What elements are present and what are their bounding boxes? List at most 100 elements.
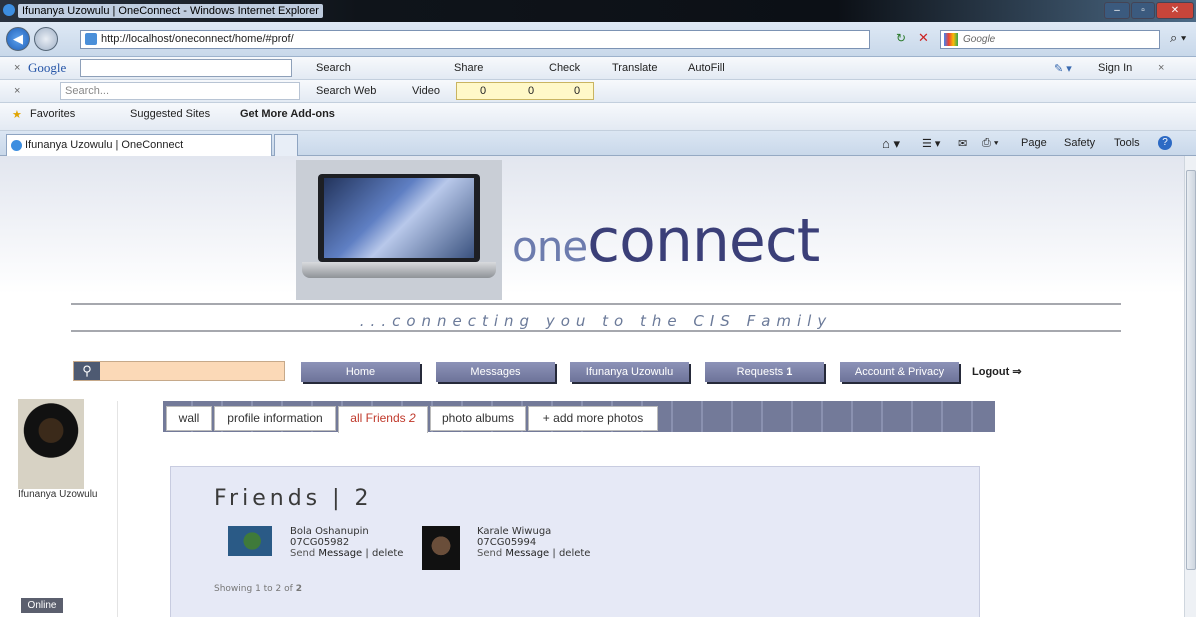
help-icon[interactable]: ? bbox=[1158, 136, 1172, 150]
vertical-scrollbar[interactable] bbox=[1184, 156, 1196, 617]
window-title: Ifunanya Uzowulu | OneConnect - Windows … bbox=[18, 4, 323, 18]
friend-name[interactable]: Karale Wiwuga bbox=[477, 526, 590, 537]
google-translate-button[interactable]: Translate bbox=[612, 62, 657, 74]
tab-all-friends[interactable]: all Friends 2 bbox=[338, 406, 428, 433]
google-toolbar: × Google Search Share Check Translate Au… bbox=[0, 57, 1196, 80]
online-status[interactable]: Online bbox=[21, 598, 63, 613]
header-divider-bottom bbox=[71, 330, 1121, 332]
google-search-input[interactable] bbox=[80, 59, 292, 77]
search-icon[interactable]: ⚲ bbox=[74, 362, 100, 380]
google-search-button[interactable]: Search bbox=[316, 62, 351, 74]
send-message-link[interactable]: Message bbox=[505, 548, 549, 559]
friend-actions: Send Message | delete bbox=[290, 548, 403, 559]
nav-messages[interactable]: Messages bbox=[436, 362, 555, 382]
title-bar: Ifunanya Uzowulu | OneConnect - Windows … bbox=[0, 0, 1196, 22]
brand-logo: oneconnect bbox=[512, 206, 820, 276]
search-toolbar-close-icon[interactable]: × bbox=[14, 85, 20, 97]
minimize-button[interactable]: – bbox=[1104, 2, 1130, 19]
page-viewport: oneconnect ...connecting you to the CIS … bbox=[0, 156, 1184, 617]
counter-3: 0 bbox=[574, 85, 581, 97]
favorites-button[interactable]: Favorites bbox=[30, 108, 75, 120]
toolbar-close-icon[interactable]: × bbox=[14, 62, 20, 74]
tab-photo-albums[interactable]: photo albums bbox=[430, 406, 526, 431]
friend-name[interactable]: Bola Oshanupin bbox=[290, 526, 403, 537]
search-toolbar-input[interactable]: Search... bbox=[60, 82, 300, 100]
suggested-sites-link[interactable]: Suggested Sites bbox=[130, 108, 210, 120]
sign-in-button[interactable]: Sign In bbox=[1098, 62, 1132, 74]
send-message-link[interactable]: Message bbox=[318, 548, 362, 559]
requests-count: 1 bbox=[786, 366, 793, 378]
google-check-button[interactable]: Check bbox=[549, 62, 580, 74]
tools-menu[interactable]: Tools bbox=[1114, 137, 1140, 149]
refresh-icon[interactable]: ↻ bbox=[896, 31, 906, 45]
avatar[interactable] bbox=[18, 399, 84, 489]
friends-heading: Friends | 2 bbox=[214, 486, 373, 511]
friend-id: 07CG05994 bbox=[477, 537, 537, 548]
header-divider-top bbox=[71, 303, 1121, 305]
delete-friend-link[interactable]: delete bbox=[372, 548, 404, 559]
url-field[interactable]: http://localhost/oneconnect/home/#prof/ bbox=[80, 30, 870, 49]
new-tab-button[interactable] bbox=[274, 134, 298, 156]
address-bar: ◀ http://localhost/oneconnect/home/#prof… bbox=[0, 22, 1196, 57]
pagination-summary: Showing 1 to 2 of 2 bbox=[214, 584, 302, 594]
laptop-image bbox=[296, 160, 502, 300]
back-button[interactable]: ◀ bbox=[6, 27, 30, 51]
tab-ie-icon bbox=[11, 140, 22, 151]
google-share-button[interactable]: Share bbox=[454, 62, 483, 74]
tab-wall[interactable]: wall bbox=[166, 406, 212, 431]
nav-account-privacy[interactable]: Account & Privacy bbox=[840, 362, 959, 382]
delete-friend-link[interactable]: delete bbox=[559, 548, 591, 559]
friend-id: 07CG05982 bbox=[290, 537, 350, 548]
counter-1: 0 bbox=[480, 85, 487, 97]
safety-menu[interactable]: Safety bbox=[1064, 137, 1095, 149]
google-autofill-button[interactable]: AutoFill bbox=[688, 62, 725, 74]
feeds-icon[interactable]: ☰ ▾ bbox=[922, 137, 940, 150]
print-icon[interactable]: ⎙ ▾ bbox=[982, 137, 998, 150]
nav-requests-label: Requests bbox=[736, 366, 784, 378]
search-engine-field[interactable]: Google bbox=[940, 30, 1160, 49]
friend-photo[interactable] bbox=[228, 526, 272, 556]
avatar-name: Ifunanya Uzowulu bbox=[18, 489, 98, 500]
home-icon[interactable]: ⌂ ▾ bbox=[882, 136, 900, 152]
friend-photo[interactable] bbox=[422, 526, 460, 570]
page-icon bbox=[85, 33, 97, 45]
nav-profile[interactable]: Ifunanya Uzowulu bbox=[570, 362, 689, 382]
scrollbar-thumb[interactable] bbox=[1186, 170, 1196, 570]
list-item: Karale Wiwuga 07CG05994 Send Message | d… bbox=[477, 526, 590, 559]
send-label: Send bbox=[477, 548, 503, 559]
counter-2: 0 bbox=[528, 85, 535, 97]
nav-requests[interactable]: Requests 1 bbox=[705, 362, 824, 382]
wrench-icon[interactable]: ✎ ▾ bbox=[1054, 62, 1072, 75]
google-icon bbox=[944, 33, 958, 46]
tab-add-more-photos[interactable]: + add more photos bbox=[528, 406, 658, 431]
video-button[interactable]: Video bbox=[412, 85, 440, 97]
browser-tab[interactable]: Ifunanya Uzowulu | OneConnect bbox=[6, 134, 272, 156]
brand-one: one bbox=[512, 222, 588, 271]
mail-icon[interactable]: ✉ bbox=[958, 137, 967, 150]
list-item: Bola Oshanupin 07CG05982 Send Message | … bbox=[290, 526, 403, 559]
page-menu[interactable]: Page bbox=[1021, 137, 1047, 149]
site-search-input[interactable]: ⚲ bbox=[73, 361, 285, 381]
search-icon[interactable]: ⌕ ▾ bbox=[1170, 30, 1186, 46]
logout-link[interactable]: Logout ⇒ bbox=[972, 365, 1022, 378]
send-label: Send bbox=[290, 548, 316, 559]
action-separator: | bbox=[552, 548, 556, 559]
nav-home[interactable]: Home bbox=[301, 362, 420, 382]
google-toolbar-close-icon[interactable]: × bbox=[1158, 62, 1164, 74]
tab-profile-information[interactable]: profile information bbox=[214, 406, 336, 431]
action-separator: | bbox=[365, 548, 369, 559]
tab-all-friends-label: all Friends bbox=[350, 411, 406, 425]
url-text: http://localhost/oneconnect/home/#prof/ bbox=[101, 33, 294, 45]
search-web-button[interactable]: Search Web bbox=[316, 85, 376, 97]
forward-button[interactable] bbox=[34, 27, 58, 51]
brand-connect: connect bbox=[587, 206, 820, 276]
showing-total: 2 bbox=[295, 584, 302, 594]
tagline: ...connecting you to the CIS Family bbox=[359, 312, 833, 330]
search-engine-placeholder: Google bbox=[963, 34, 996, 45]
showing-text: Showing 1 to 2 of bbox=[214, 584, 293, 594]
maximize-button[interactable]: ▫ bbox=[1131, 2, 1155, 19]
stop-icon[interactable]: ✕ bbox=[918, 30, 929, 46]
close-button[interactable]: ✕ bbox=[1156, 2, 1194, 19]
friends-count: 2 bbox=[409, 411, 416, 425]
get-addons-link[interactable]: Get More Add-ons bbox=[240, 108, 335, 120]
